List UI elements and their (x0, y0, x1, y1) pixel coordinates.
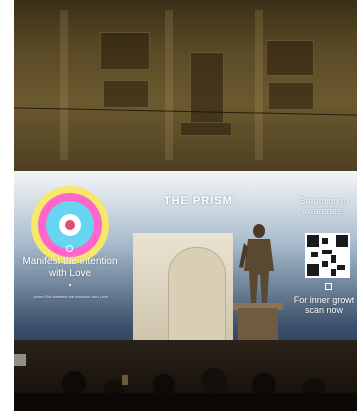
crowd-silhouettes (14, 368, 357, 411)
balcony-balustrade (180, 122, 232, 136)
facade-window (100, 32, 150, 70)
statue-pedestal (238, 308, 278, 342)
watermark-badge (14, 354, 26, 366)
facade-pilaster (165, 10, 173, 160)
facade-pilaster (255, 10, 263, 160)
bullet-icon (69, 284, 71, 286)
statue-icon (239, 224, 274, 305)
prism-title-text: THE PRISM (163, 195, 233, 207)
facade-pilaster (60, 10, 68, 160)
qr-badge-icon (325, 283, 332, 290)
facade-window (190, 52, 224, 124)
prism-title: THE PRISM° (150, 195, 250, 207)
info-circle-icon (66, 245, 73, 252)
qr-code-icon (305, 233, 350, 278)
facade-window (268, 82, 314, 110)
facade-window (266, 40, 314, 76)
photo: Manifest the intention with Love prism E… (0, 0, 357, 411)
target-rings-icon (31, 186, 109, 264)
facade-window (103, 80, 149, 108)
building-arch (168, 247, 226, 341)
manifest-text: Manifest the intention with Love (22, 256, 118, 279)
center-dot (65, 220, 75, 230)
small-caption: prism Elle Manifest the intention with L… (33, 294, 109, 299)
inner-growth-text: For inner growt scan now (293, 295, 355, 315)
prism-title-mark: ° (232, 195, 237, 202)
breathing-text: Breathing to awareness (299, 196, 349, 216)
